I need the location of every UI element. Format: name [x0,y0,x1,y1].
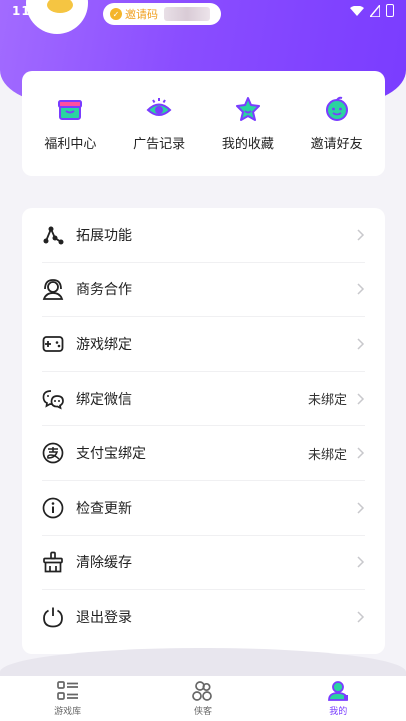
menu-item-label: 拓展功能 [76,227,132,244]
chevron-right-icon [357,447,365,459]
tab-xiake[interactable]: 侠客 [163,680,243,717]
tab-label: 我的 [329,707,348,717]
invite-code-pill[interactable]: ✓ 邀请码 [103,3,221,25]
coin-icon: ✓ [110,8,122,20]
tab-mine[interactable]: 我的 [298,680,378,717]
headset-icon [42,279,64,301]
power-icon [43,607,63,628]
menu-item-label: 退出登录 [76,610,132,627]
menu-item-extensions[interactable]: 拓展功能 [42,208,365,263]
menu-item-label: 绑定微信 [76,391,132,408]
quick-action-label: 我的收藏 [221,137,274,152]
menu-item-game-binding[interactable]: 游戏绑定 [42,317,365,372]
info-icon [42,497,64,519]
menu-item-bind-wechat[interactable]: 绑定微信 未绑定 [42,372,365,427]
quick-action-label: 福利中心 [44,137,97,152]
menu-item-value: 未绑定 [307,447,347,463]
menu-item-label: 游戏绑定 [76,336,132,353]
chevron-right-icon [357,502,365,514]
signal-icon [370,4,380,17]
quick-action-favorites[interactable]: 我的收藏 [205,95,291,152]
menu-item-label: 支付宝绑定 [76,446,146,463]
menu-item-check-update[interactable]: 检查更新 [42,481,365,536]
tab-game-library[interactable]: 游戏库 [28,680,108,717]
wifi-icon [350,5,364,16]
tab-label: 游戏库 [54,707,82,717]
star-icon [235,97,260,121]
wechat-icon [42,389,64,410]
chevron-right-icon [357,611,365,623]
menu-item-label: 检查更新 [76,500,132,517]
bottom-tab-bar: 游戏库 侠客 我的 [0,676,406,721]
status-icons [350,4,394,17]
smile-face-icon [325,96,348,121]
broom-icon [43,552,63,573]
share-nodes-icon [43,226,64,245]
battery-icon [386,4,394,17]
menu-item-value: 未绑定 [307,393,347,409]
chevron-right-icon [357,283,365,295]
invite-code-masked [164,7,210,21]
quick-action-label: 广告记录 [133,137,186,152]
settings-menu: 拓展功能 商务合作 游戏绑定 绑定微信 未绑定 支付宝绑定 未绑定 检查更新 清… [22,208,385,654]
tab-label: 侠客 [193,707,212,717]
quick-actions-card: 福利中心 广告记录 我的收藏 邀请好友 [22,71,385,176]
user-icon [328,681,349,701]
list-icon [56,681,78,700]
quick-action-ad-records[interactable]: 广告记录 [116,95,202,152]
chevron-right-icon [357,229,365,241]
eye-icon [146,98,172,116]
people-icon [192,681,212,701]
alipay-icon [42,442,64,464]
gift-icon [58,100,83,120]
quick-action-label: 邀请好友 [310,137,363,152]
chevron-right-icon [357,338,365,350]
menu-item-bind-alipay[interactable]: 支付宝绑定 未绑定 [42,426,365,481]
quick-action-invite-friends[interactable]: 邀请好友 [294,95,380,152]
menu-item-clear-cache[interactable]: 清除缓存 [42,536,365,591]
menu-item-label: 清除缓存 [76,555,132,572]
invite-code-label: 邀请码 [125,8,158,21]
chevron-right-icon [357,393,365,405]
chevron-right-icon [357,556,365,568]
gamepad-icon [42,336,64,352]
menu-item-business[interactable]: 商务合作 [42,263,365,318]
quick-action-welfare[interactable]: 福利中心 [27,95,113,152]
menu-item-logout[interactable]: 退出登录 [42,590,365,645]
menu-item-label: 商务合作 [76,282,132,299]
